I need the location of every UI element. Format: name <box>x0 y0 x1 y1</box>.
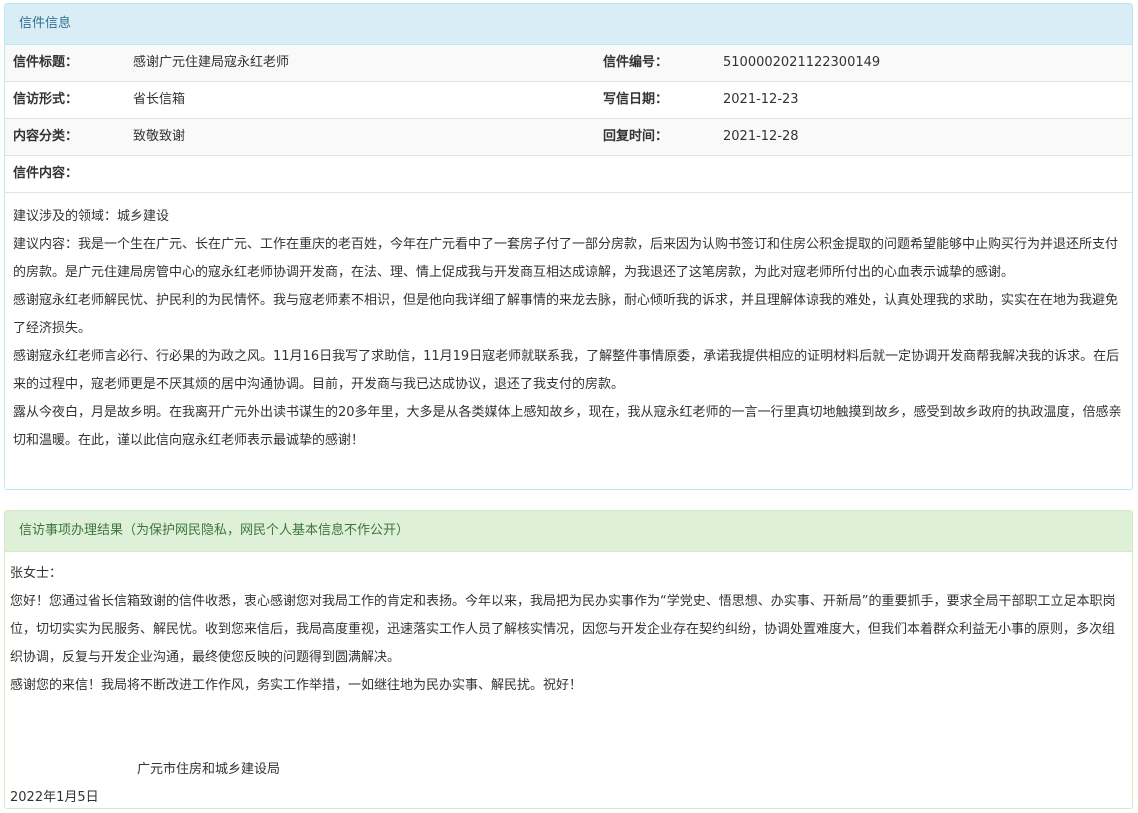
reply-greeting: 张女士： <box>10 566 63 581</box>
letter-content-label: 信件内容： <box>13 166 79 181</box>
reply-paragraph: 您好！您通过省长信箱致谢的信件收悉，衷心感谢您对我局工作的肯定和表扬。今年以来，… <box>10 594 1116 665</box>
letter-date-label: 写信日期： <box>603 92 669 107</box>
letter-reply-time-value: 2021-12-28 <box>723 129 799 144</box>
row-title-number: 信件标题： 感谢广元住建局寇永红老师 信件编号： 510000202112230… <box>5 45 1132 82</box>
reply-date: 2022年1月5日 <box>10 790 99 805</box>
reply-spacer <box>10 700 1127 756</box>
letter-form-value: 省长信箱 <box>133 92 186 107</box>
letter-paragraph: 感谢寇永红老师言必行、行必果的为政之风。11月16日我写了求助信，11月19日寇… <box>13 349 1120 392</box>
letter-content-body: 建议涉及的领域：城乡建设 建议内容：我是一个生在广元、长在广元、工作在重庆的老百… <box>5 193 1132 455</box>
letter-number-label: 信件编号： <box>603 55 669 70</box>
letter-date-value: 2021-12-23 <box>723 92 799 107</box>
letter-reply-time-label: 回复时间： <box>603 129 669 144</box>
letter-info-panel: 信件信息 信件标题： 感谢广元住建局寇永红老师 信件编号： 5100002021… <box>4 3 1133 490</box>
reply-result-header: 信访事项办理结果（为保护网民隐私，网民个人基本信息不作公开） <box>5 511 1132 552</box>
letter-category-value: 致敬致谢 <box>133 129 186 144</box>
letter-category-label: 内容分类： <box>13 129 79 144</box>
letter-paragraph: 建议内容：我是一个生在广元、长在广元、工作在重庆的老百姓，今年在广元看中了一套房… <box>13 237 1119 280</box>
letter-paragraph: 感谢寇永红老师解民忧、护民利的为民情怀。我与寇老师素不相识，但是他向我详细了解事… <box>13 293 1119 336</box>
reply-paragraph: 感谢您的来信！我局将不断改进工作作风，务实工作举措，一如继往地为民办实事、解民扰… <box>10 678 583 693</box>
letter-form-label: 信访形式： <box>13 92 79 107</box>
letter-number-value: 5100002021122300149 <box>723 55 881 70</box>
letter-title-value: 感谢广元住建局寇永红老师 <box>133 55 290 70</box>
letter-paragraph: 建议涉及的领域：城乡建设 <box>13 209 170 224</box>
reply-signature: 广元市住房和城乡建设局 <box>137 762 281 777</box>
reply-body: 张女士： 您好！您通过省长信箱致谢的信件收悉，衷心感谢您对我局工作的肯定和表扬。… <box>5 552 1132 808</box>
row-content-label: 信件内容： <box>5 156 1132 193</box>
letter-info-header: 信件信息 <box>5 4 1132 45</box>
letter-title-label: 信件标题： <box>13 55 79 70</box>
row-form-date: 信访形式： 省长信箱 写信日期： 2021-12-23 <box>5 82 1132 119</box>
letter-paragraph: 露从今夜白，月是故乡明。在我离开广元外出读书谋生的20多年里，大多是从各类媒体上… <box>13 405 1122 448</box>
reply-result-panel: 信访事项办理结果（为保护网民隐私，网民个人基本信息不作公开） 张女士： 您好！您… <box>4 510 1133 809</box>
row-category-replytime: 内容分类： 致敬致谢 回复时间： 2021-12-28 <box>5 119 1132 156</box>
